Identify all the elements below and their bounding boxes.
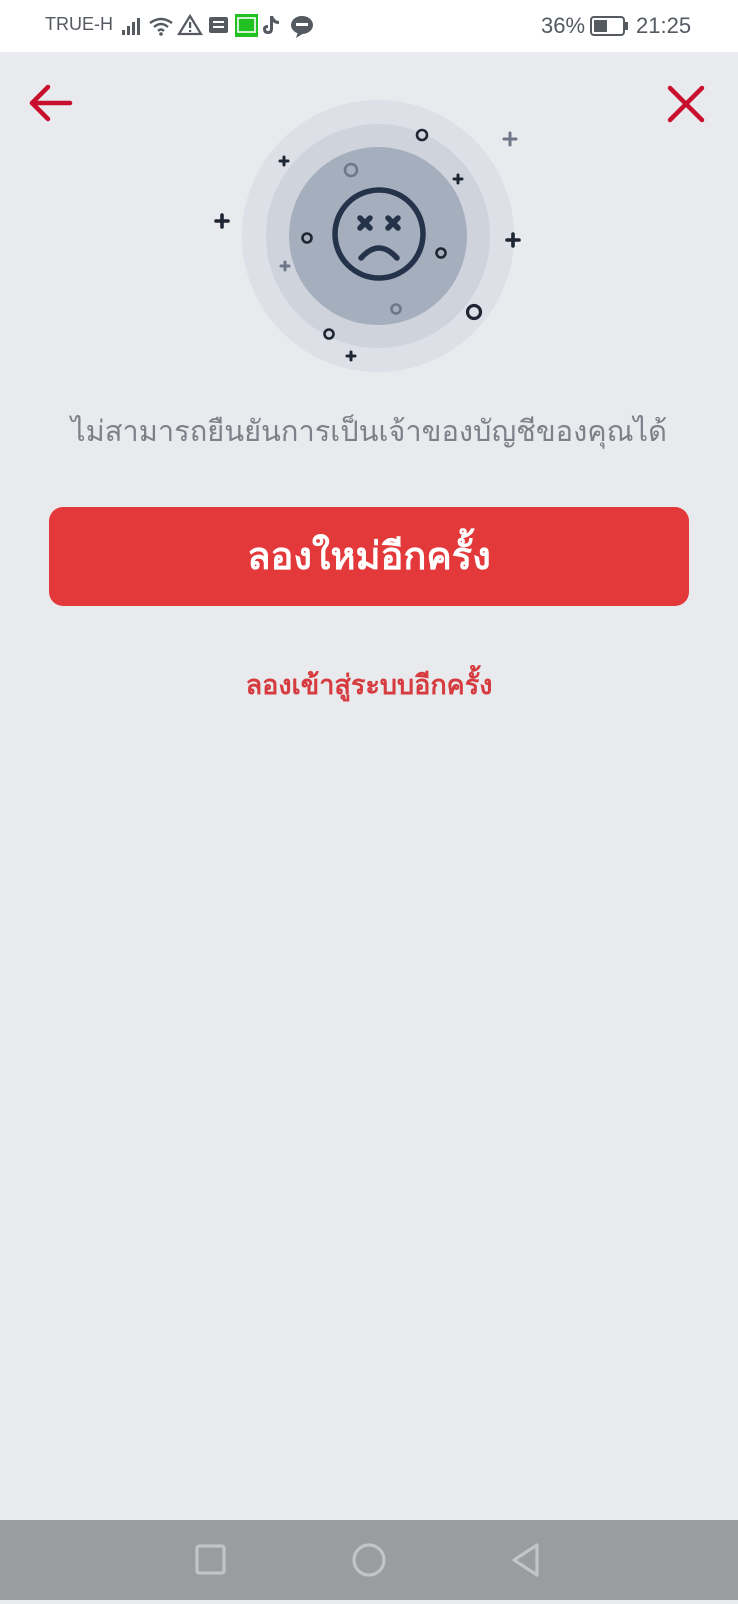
message-icon <box>209 17 228 33</box>
error-message: ไม่สามารถยืนยันการเป็นเจ้าของบัญชีของคุณ… <box>71 414 667 448</box>
status-bar: TRUE-H 36% 21:25 <box>0 0 738 52</box>
arrow-left-icon <box>29 84 73 122</box>
retry-button[interactable]: ลองใหม่อีกครั้ง <box>49 507 689 606</box>
close-icon <box>667 85 705 123</box>
relogin-link[interactable]: ลองเข้าสู่ระบบอีกครั้ง <box>0 663 738 706</box>
line-icon <box>291 16 313 38</box>
circle-icon <box>352 1543 386 1577</box>
back-button[interactable] <box>24 80 80 128</box>
carrier-name: TRUE-H <box>45 14 113 34</box>
square-icon <box>195 1544 226 1575</box>
battery-icon <box>590 16 628 36</box>
battery-percent: 36% <box>541 13 586 38</box>
system-back-button[interactable] <box>487 1520 567 1600</box>
close-button[interactable] <box>658 78 714 130</box>
home-button[interactable] <box>329 1520 409 1600</box>
triangle-back-icon <box>512 1543 539 1577</box>
signal-icon <box>122 18 140 35</box>
warning-icon <box>177 13 203 36</box>
clock: 21:25 <box>636 13 692 38</box>
tiktok-icon <box>263 16 279 34</box>
iqiyi-icon <box>235 14 258 37</box>
wifi-icon <box>149 17 173 32</box>
notification-icons <box>122 13 313 38</box>
recent-apps-button[interactable] <box>171 1520 251 1600</box>
error-illustration <box>214 100 521 372</box>
system-nav-bar <box>0 1520 738 1600</box>
